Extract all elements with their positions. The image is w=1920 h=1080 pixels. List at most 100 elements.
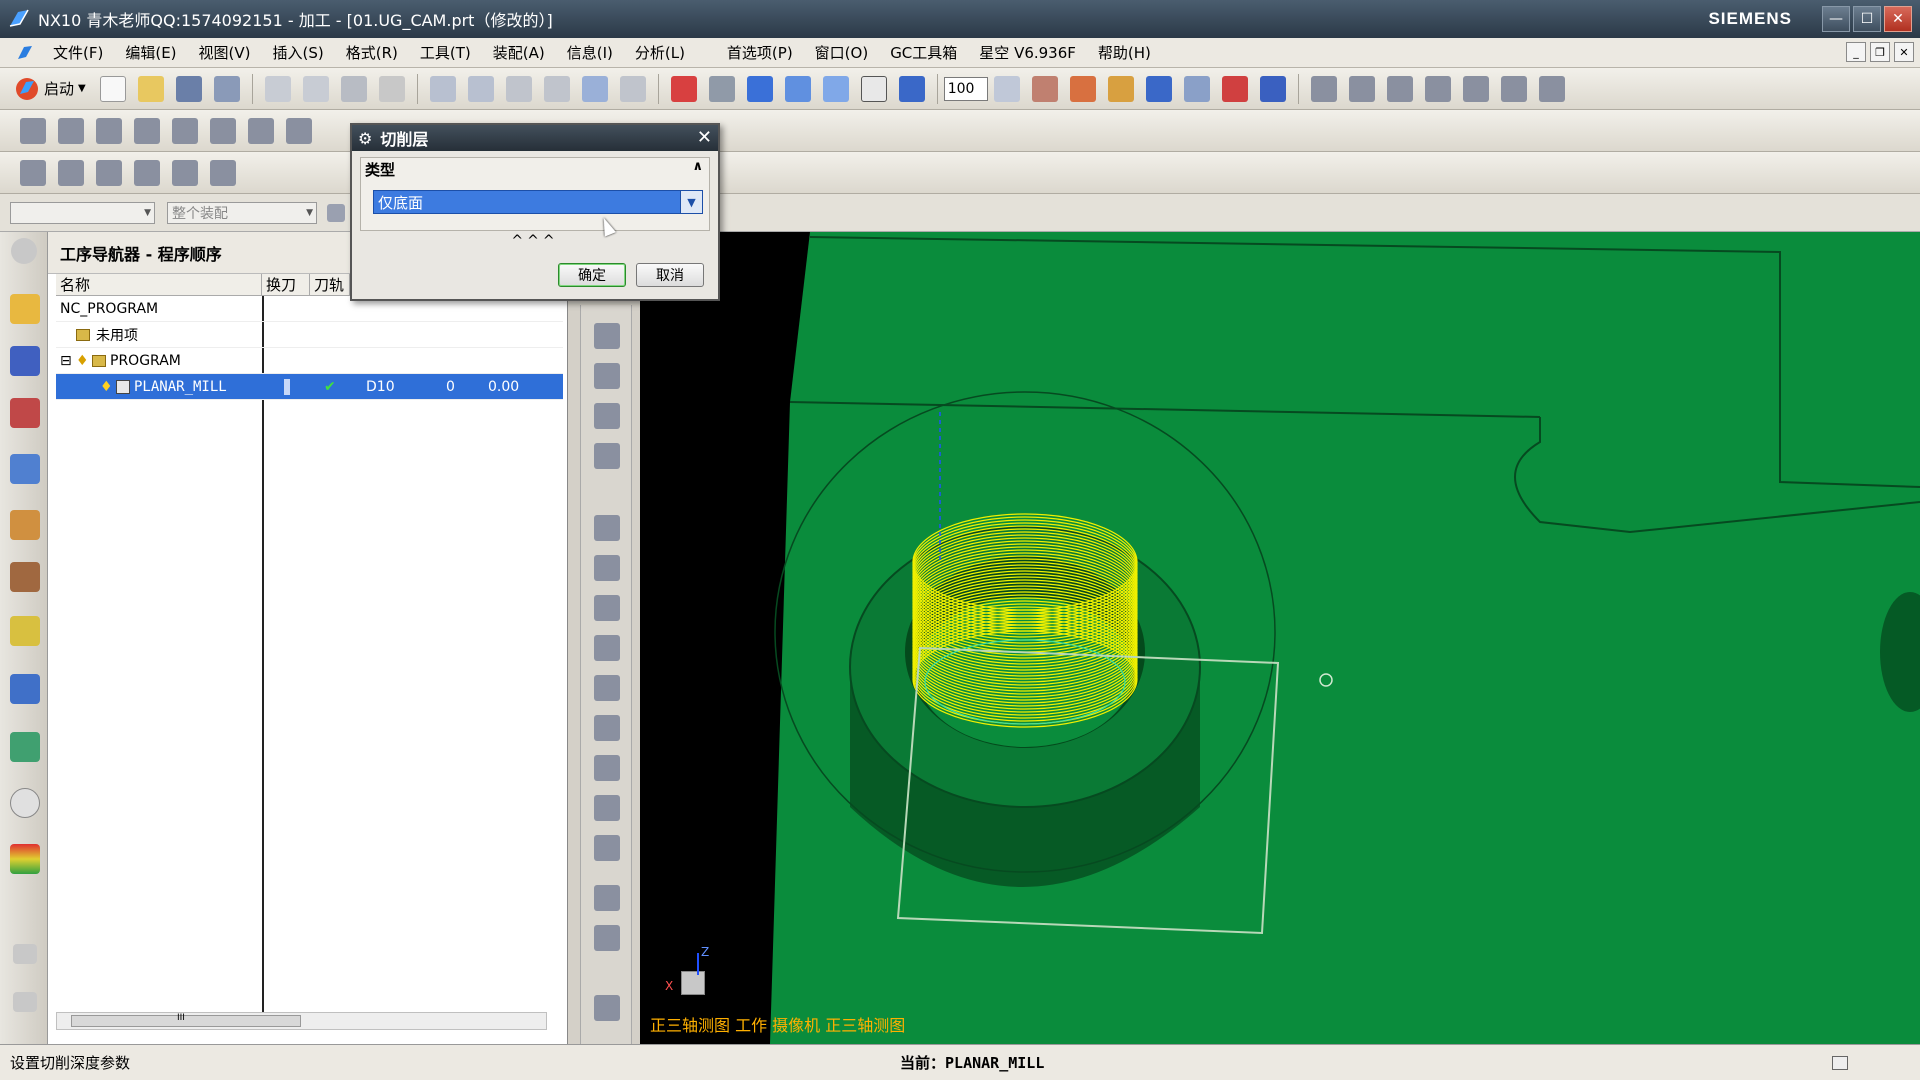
column-name[interactable]: 名称 [56,274,262,295]
cut-icon[interactable] [264,75,291,102]
machining-feature-navigator-icon[interactable] [10,562,40,592]
zoom-percent-field[interactable]: 100 [943,76,988,101]
part-model-view[interactable] [640,232,1920,1044]
replay-path-icon[interactable] [594,555,620,581]
gear-icon[interactable]: ⚙ [358,129,372,148]
move-object-icon[interactable] [172,159,198,186]
shop-doc-icon[interactable] [594,715,620,741]
output-cls-icon[interactable] [594,755,620,781]
doc-minimize-icon[interactable]: _ [1846,42,1866,62]
feed-rate-icon[interactable] [594,885,620,911]
menu-file[interactable]: 文件(F) [42,42,114,63]
tree-row-planar-mill[interactable]: ♦ PLANAR_MILL ✔ D10 0 0.00 [56,374,563,400]
feature-boss-icon[interactable] [1500,75,1527,102]
repeat-command-icon[interactable] [505,75,532,102]
trim-body-icon[interactable] [96,117,122,144]
save-icon[interactable] [175,75,202,102]
feature-hole-icon[interactable] [1462,75,1489,102]
maximize-button[interactable]: ☐ [1853,6,1881,32]
undo-icon[interactable] [429,75,456,102]
create-geometry-icon[interactable] [594,403,620,429]
menu-analysis[interactable]: 分析(L) [624,42,696,63]
machine-tool-navigator-icon[interactable] [10,510,40,540]
collapse-toggle-icon[interactable]: ⊟ [56,348,72,374]
menu-tools[interactable]: 工具(T) [409,42,482,63]
create-method-icon[interactable] [594,443,620,469]
feature-block-icon[interactable] [1310,75,1337,102]
create-program-icon[interactable] [594,323,620,349]
assembly-navigator-icon[interactable] [10,294,40,324]
horizontal-scrollbar[interactable]: III [56,1012,547,1030]
menu-format[interactable]: 格式(R) [335,42,409,63]
machine-control-icon[interactable] [594,925,620,951]
doc-restore-icon[interactable]: ❐ [1870,42,1890,62]
forward-arrow-icon[interactable] [134,159,160,186]
menu-view[interactable]: 视图(V) [188,42,262,63]
snap-icon[interactable] [1069,75,1096,102]
menu-xingkong[interactable]: 星空 V6.936F [968,42,1087,63]
fit-view-icon[interactable] [670,75,697,102]
filter-icon[interactable] [327,203,345,222]
minimize-button[interactable]: — [1822,6,1850,32]
menu-edit[interactable]: 编辑(E) [114,42,187,63]
close-icon[interactable]: ✕ [697,127,712,148]
operation-navigator-icon[interactable] [10,454,40,484]
nx-menu-icon[interactable] [16,44,34,62]
layer-settings-icon[interactable] [993,75,1020,102]
new-file-icon[interactable] [99,75,126,102]
chevron-down-icon[interactable]: ▼ [680,191,702,213]
ipw-icon[interactable] [594,795,620,821]
reuse-library-icon[interactable] [10,616,40,646]
close-button[interactable]: ✕ [1884,6,1912,32]
section-view-icon[interactable] [898,75,925,102]
verify-path-icon[interactable] [594,595,620,621]
menu-info[interactable]: 信息(I) [556,42,624,63]
menu-assembly[interactable]: 装配(A) [482,42,556,63]
constraint-navigator-icon[interactable] [10,346,40,376]
part-navigator-icon[interactable] [10,398,40,428]
feature-cone-icon[interactable] [1386,75,1413,102]
dialog-title-bar[interactable]: ⚙ 切削层 ✕ [352,125,718,151]
selection-scope-combo[interactable]: 整个装配 [167,201,317,224]
status-window-icon[interactable] [1832,1055,1848,1070]
column-tool-change[interactable]: 换刀 [262,274,310,295]
tree-row-unused-items[interactable]: 未用项 [56,322,563,348]
menu-insert[interactable]: 插入(S) [262,42,335,63]
more-tools-icon[interactable] [594,995,620,1021]
history-icon[interactable] [10,732,40,762]
unite-icon[interactable] [134,117,160,144]
revolve-icon[interactable] [58,117,84,144]
scroll-up-icon[interactable] [13,944,37,964]
distance-icon[interactable] [1259,75,1286,102]
clock-icon[interactable] [10,788,40,818]
menu-window[interactable]: 窗口(O) [804,42,880,63]
collapse-arrow-icon[interactable]: ∧ [692,159,703,174]
wireframe-cube-icon[interactable] [784,75,811,102]
feature-cylinder-icon[interactable] [1348,75,1375,102]
datum-icon[interactable] [58,159,84,186]
sketch-icon[interactable] [20,159,46,186]
scrollbar-thumb[interactable]: III [71,1013,301,1027]
redo-icon[interactable] [467,75,494,102]
expand-more-icon[interactable]: ^^^ [352,233,718,249]
delete-icon[interactable] [378,75,405,102]
generate-path-icon[interactable] [594,515,620,541]
info-icon[interactable] [581,75,608,102]
extrude-icon[interactable] [20,117,46,144]
find-icon[interactable] [619,75,646,102]
doc-close-icon[interactable]: ✕ [1894,42,1914,62]
ok-button[interactable]: 确定 [558,263,626,287]
intersect-icon[interactable] [210,117,236,144]
open-folder-icon[interactable] [137,75,164,102]
wcs-icon[interactable] [1031,75,1058,102]
iso-view-icon[interactable] [822,75,849,102]
paste-icon[interactable] [340,75,367,102]
menu-gc-toolbox[interactable]: GC工具箱 [879,42,968,63]
web-browser-icon[interactable] [10,674,40,704]
measure-icon[interactable] [1183,75,1210,102]
palette-icon[interactable] [10,844,40,874]
render-style-icon[interactable] [708,75,735,102]
column-path[interactable]: 刀轨 [310,274,350,295]
list-path-icon[interactable] [594,635,620,661]
shaded-cube-icon[interactable] [746,75,773,102]
